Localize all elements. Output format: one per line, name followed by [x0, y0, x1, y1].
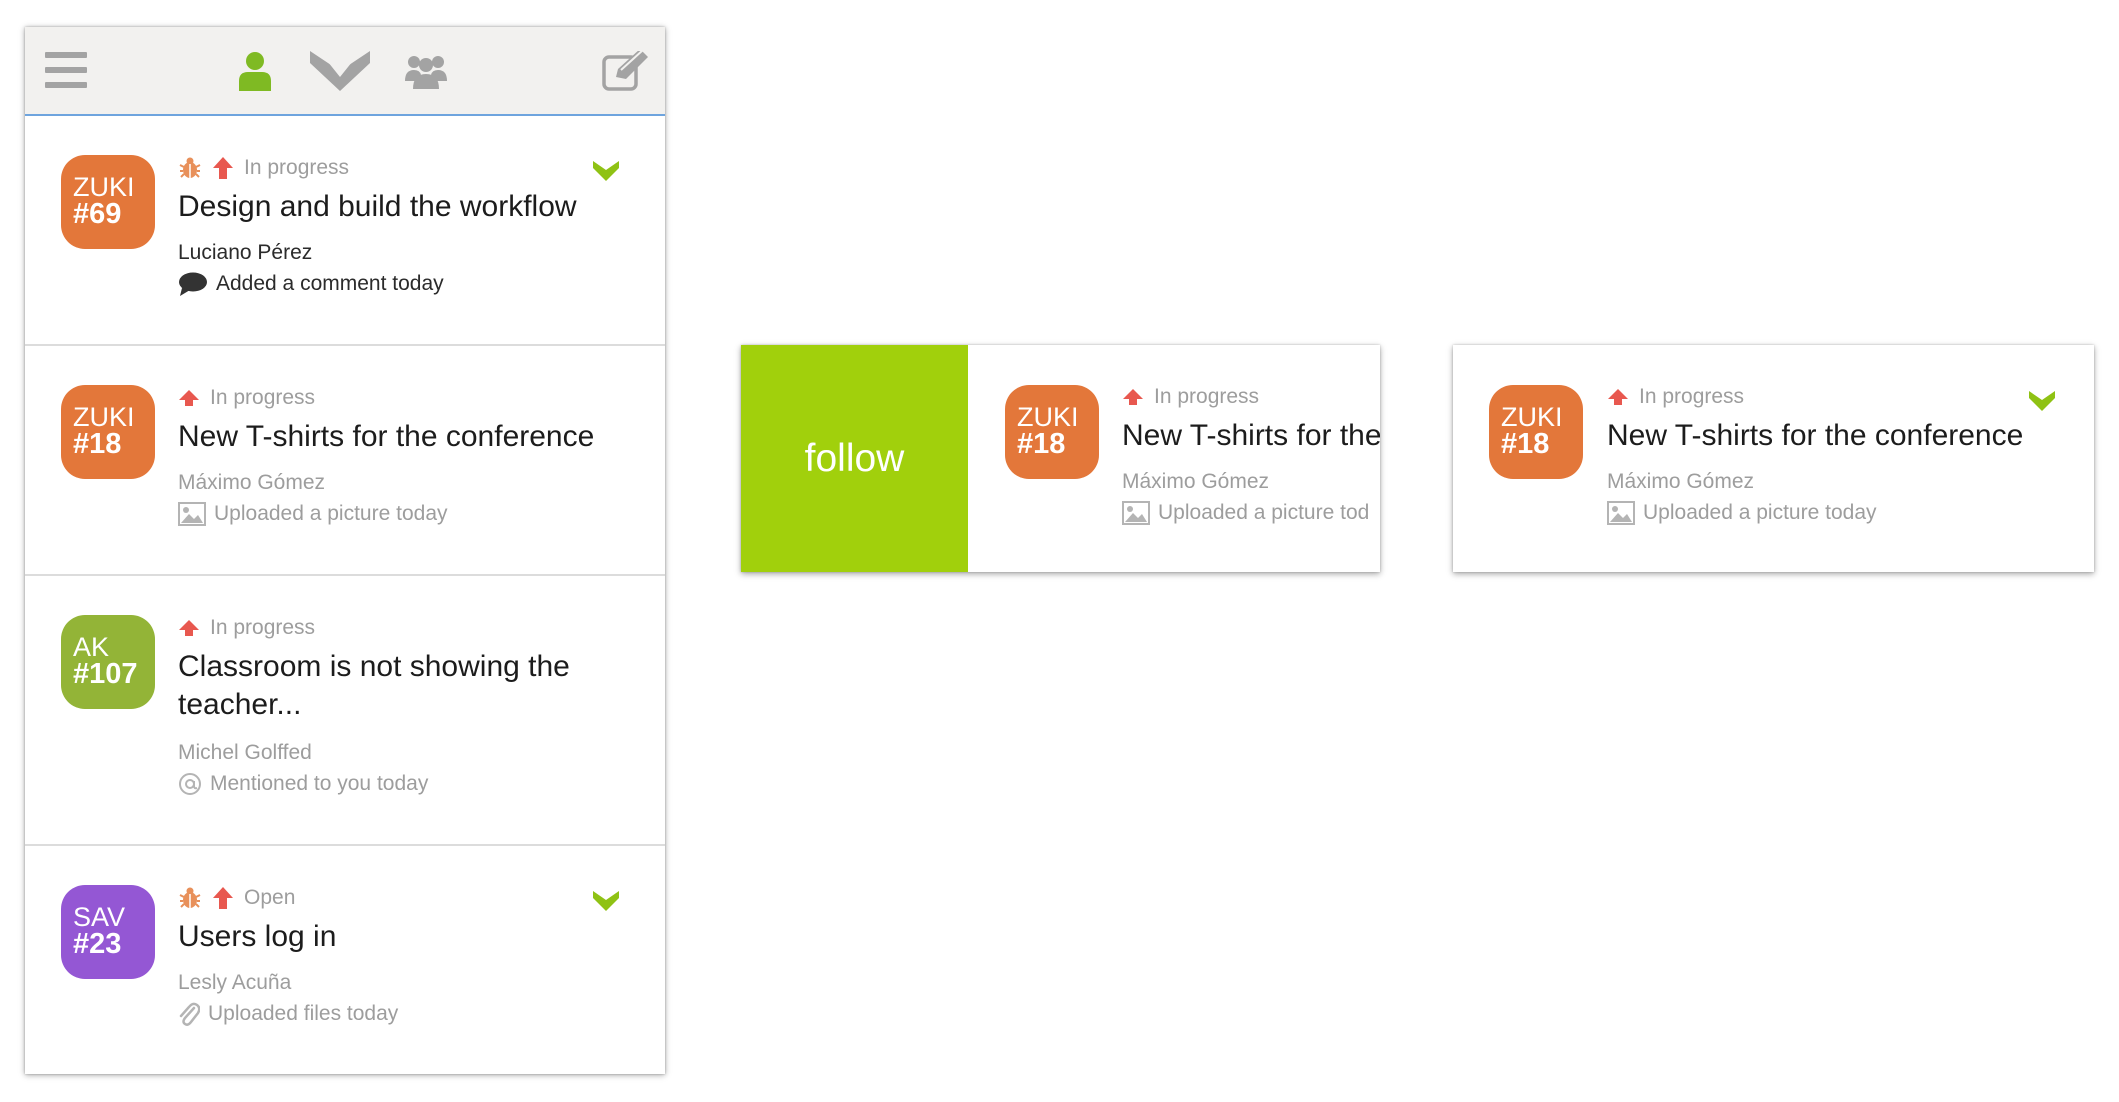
task-list-screen: ZUKI #69 In progress Design and build th…: [25, 27, 665, 1074]
task-user: Luciano Pérez: [178, 241, 313, 264]
task-number: #107: [73, 658, 138, 690]
project-badge: SAV #23: [61, 885, 155, 979]
task-activity: Uploaded files today: [178, 1001, 398, 1027]
task-user: Lesly Acuña: [178, 971, 292, 994]
task-row[interactable]: SAV #23 Open Users log in Lesly Acuña Up…: [25, 846, 665, 1074]
task-title[interactable]: New T-shirts for the: [1122, 417, 1380, 455]
project-code: AK: [73, 632, 110, 662]
priority-up-icon: [213, 157, 233, 179]
followed-task-card[interactable]: ZUKI #18 In progress New T-shirts for th…: [1453, 345, 2094, 572]
task-title[interactable]: Users log in: [178, 918, 638, 956]
task-title[interactable]: New T-shirts for the conference: [1607, 417, 2067, 455]
priority-up-icon: [213, 887, 233, 909]
task-status: In progress: [210, 616, 316, 639]
task-number: #18: [73, 428, 122, 460]
task-user: Máximo Gómez: [1607, 470, 1755, 493]
activity-text: Uploaded a picture today: [214, 502, 448, 525]
project-code: ZUKI: [73, 402, 135, 432]
swipe-follow-card: follow ZUKI #18 In progress New T-shirts…: [741, 345, 1380, 572]
task-meta: In progress: [178, 613, 315, 643]
task-row[interactable]: AK #107 In progress Classroom is not sho…: [25, 576, 665, 846]
follow-check-icon[interactable]: [593, 891, 619, 916]
comment-icon: [179, 272, 207, 296]
activity-text: Added a comment today: [216, 272, 444, 295]
task-meta: In progress: [1122, 382, 1259, 412]
follow-logo-icon[interactable]: [310, 49, 370, 98]
task-row[interactable]: ZUKI #69 In progress Design and build th…: [25, 116, 665, 346]
paperclip-icon: [179, 1002, 200, 1026]
priority-up-icon: [179, 390, 199, 406]
task-title[interactable]: Design and build the workflow: [178, 188, 638, 226]
task-activity: Uploaded a picture tod: [1122, 500, 1369, 526]
task-number: #18: [1501, 428, 1550, 460]
picture-icon: [1607, 501, 1635, 525]
activity-text: Uploaded a picture today: [1643, 501, 1877, 524]
project-badge: ZUKI #18: [1489, 385, 1583, 479]
project-code: ZUKI: [73, 172, 135, 202]
mention-icon: [179, 773, 201, 795]
project-code: SAV: [73, 902, 126, 932]
bug-icon: [179, 157, 201, 178]
task-number: #23: [73, 928, 122, 960]
activity-text: Uploaded a picture tod: [1158, 501, 1370, 524]
task-activity: Added a comment today: [178, 271, 444, 297]
task-number: #18: [1017, 428, 1066, 460]
follow-action-button[interactable]: follow: [741, 345, 968, 572]
project-badge: ZUKI #18: [1005, 385, 1099, 479]
project-code: ZUKI: [1501, 402, 1563, 432]
task-status: In progress: [1639, 385, 1745, 408]
project-badge: ZUKI #18: [61, 385, 155, 479]
priority-up-icon: [1608, 389, 1628, 405]
task-user: Máximo Gómez: [178, 471, 326, 494]
task-activity: Uploaded a picture today: [1607, 500, 1877, 526]
task-meta: In progress: [178, 383, 315, 413]
task-status: In progress: [210, 386, 316, 409]
task-title[interactable]: New T-shirts for the conference: [178, 418, 638, 456]
top-navbar: [25, 27, 665, 116]
task-meta: Open: [178, 883, 295, 913]
bug-icon: [179, 887, 201, 908]
follow-check-icon[interactable]: [593, 161, 619, 186]
task-user: Máximo Gómez: [1122, 470, 1270, 493]
task-status: In progress: [1154, 385, 1260, 408]
priority-up-icon: [179, 620, 199, 636]
follow-check-icon[interactable]: [2029, 391, 2055, 416]
activity-text: Mentioned to you today: [210, 772, 429, 795]
compose-icon[interactable]: [602, 49, 648, 96]
project-badge: AK #107: [61, 615, 155, 709]
task-user: Michel Golffed: [178, 741, 312, 764]
task-meta: In progress: [178, 153, 349, 183]
task-list: ZUKI #69 In progress Design and build th…: [25, 116, 665, 1074]
task-meta: In progress: [1607, 382, 1744, 412]
task-row[interactable]: ZUKI #18 In progress New T-shirts for th…: [968, 345, 1380, 572]
task-activity: Uploaded a picture today: [178, 501, 448, 527]
priority-up-icon: [1123, 389, 1143, 405]
task-number: #69: [73, 198, 122, 230]
team-icon[interactable]: [405, 53, 447, 94]
activity-text: Uploaded files today: [208, 1002, 399, 1025]
task-status: In progress: [244, 156, 350, 179]
picture-icon: [178, 502, 206, 526]
task-title[interactable]: Classroom is not showing the teacher...: [178, 648, 598, 724]
user-icon[interactable]: [238, 51, 272, 96]
task-activity: Mentioned to you today: [178, 771, 428, 797]
project-code: ZUKI: [1017, 402, 1079, 432]
task-row[interactable]: ZUKI #18 In progress New T-shirts for th…: [25, 346, 665, 576]
task-status: Open: [244, 886, 296, 909]
picture-icon: [1122, 501, 1150, 525]
menu-icon[interactable]: [45, 52, 87, 93]
project-badge: ZUKI #69: [61, 155, 155, 249]
follow-action-label: follow: [804, 436, 905, 480]
